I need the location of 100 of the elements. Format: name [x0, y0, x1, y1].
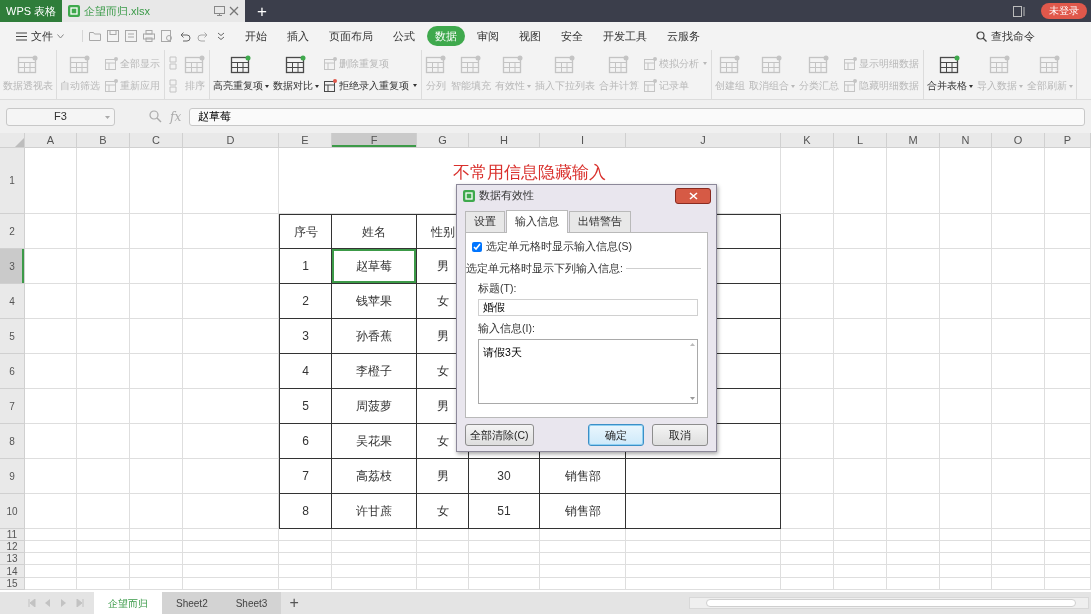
menu-tab[interactable]: 审阅 — [469, 25, 507, 47]
dialog-tab[interactable]: 设置 — [465, 211, 505, 232]
redo-icon[interactable] — [197, 30, 209, 42]
empty-cell — [834, 284, 887, 319]
column-header[interactable]: D — [183, 133, 279, 148]
column-header[interactable]: J — [626, 133, 781, 148]
column-header[interactable]: E — [279, 133, 332, 148]
empty-cell — [130, 249, 183, 284]
empty-cell — [1045, 565, 1091, 578]
empty-cell — [992, 284, 1045, 319]
column-header[interactable]: F — [332, 133, 417, 148]
row-header[interactable]: 9 — [0, 459, 25, 494]
new-tab-button[interactable]: + — [245, 0, 279, 22]
row-header[interactable]: 7 — [0, 389, 25, 424]
row-header[interactable]: 13 — [0, 553, 25, 565]
cell-name-box[interactable]: F3 — [6, 107, 115, 126]
dialog-button[interactable]: 取消 — [652, 423, 708, 446]
column-header[interactable]: O — [992, 133, 1045, 148]
file-menu[interactable]: 文件 — [8, 25, 72, 47]
column-header[interactable]: L — [834, 133, 887, 148]
title-field[interactable]: 婚假 — [478, 299, 698, 316]
login-button[interactable]: 未登录 — [1041, 3, 1087, 19]
empty-cell — [130, 459, 183, 494]
table-icon — [608, 55, 630, 75]
row-header[interactable]: 10 — [0, 494, 25, 529]
menu-tab[interactable]: 云服务 — [659, 25, 708, 47]
menu-tab[interactable]: 视图 — [511, 25, 549, 47]
save-icon[interactable] — [107, 30, 119, 42]
monitor-icon[interactable] — [214, 6, 225, 16]
row-header[interactable]: 12 — [0, 541, 25, 553]
menu-tab[interactable]: 安全 — [553, 25, 591, 47]
scroll-down-icon[interactable] — [690, 396, 695, 400]
more-icon[interactable] — [215, 30, 227, 42]
empty-cell — [279, 553, 332, 565]
column-header[interactable]: A — [25, 133, 77, 148]
empty-cell — [834, 389, 887, 424]
scroll-up-icon[interactable] — [690, 342, 695, 346]
message-field[interactable]: 请假3天 — [478, 338, 698, 404]
column-header[interactable]: B — [77, 133, 130, 148]
menu-tab[interactable]: 开始 — [237, 25, 275, 47]
column-header[interactable]: M — [887, 133, 940, 148]
checkbox[interactable] — [472, 241, 482, 252]
double-right-arrow-icon[interactable] — [76, 599, 84, 607]
dialog-tab[interactable]: 出错警告 — [569, 211, 631, 232]
row-header[interactable]: 1 — [0, 148, 25, 214]
dialog-button[interactable]: 全部清除(C) — [465, 423, 534, 446]
app-tab[interactable]: WPS 表格 — [0, 0, 62, 22]
empty-cell — [469, 541, 540, 553]
column-header[interactable]: G — [417, 133, 469, 148]
ribbon-button[interactable]: 数据对比 — [271, 52, 321, 97]
formula-field[interactable]: 赵草莓 — [189, 107, 1085, 126]
row-header[interactable]: 14 — [0, 565, 25, 578]
column-header[interactable]: I — [540, 133, 626, 148]
row-header[interactable]: 3 — [0, 249, 25, 284]
search-command-button[interactable]: 查找命令 — [968, 25, 1043, 47]
row-header[interactable]: 8 — [0, 424, 25, 459]
row-header[interactable]: 4 — [0, 284, 25, 319]
empty-cell — [77, 284, 130, 319]
right-arrow-icon[interactable] — [60, 599, 68, 607]
close-button[interactable] — [675, 188, 711, 204]
empty-cell — [1045, 249, 1091, 284]
dialog-tab[interactable]: 输入信息 — [506, 210, 568, 233]
empty-cell — [77, 578, 130, 590]
left-arrow-icon[interactable] — [44, 599, 52, 607]
row-header[interactable]: 5 — [0, 319, 25, 354]
column-header[interactable]: K — [781, 133, 834, 148]
row-header[interactable]: 6 — [0, 354, 25, 389]
column-header[interactable]: H — [469, 133, 540, 148]
row-header[interactable]: 2 — [0, 214, 25, 249]
document-icon[interactable] — [125, 30, 137, 42]
column-header[interactable]: C — [130, 133, 183, 148]
sheet-tab[interactable]: 企望而归 — [94, 592, 162, 614]
sheet-tab[interactable]: Sheet3 — [221, 592, 282, 614]
ribbon-button[interactable]: 合并表格 — [925, 52, 975, 97]
double-left-arrow-icon[interactable] — [28, 599, 36, 607]
row-header[interactable]: 15 — [0, 578, 25, 590]
window-icon[interactable] — [1013, 5, 1025, 17]
folder-icon[interactable] — [89, 30, 101, 42]
menu-tab[interactable]: 插入 — [279, 25, 317, 47]
menu-tab[interactable]: 开发工具 — [595, 25, 655, 47]
column-heading: 序号 — [279, 214, 332, 249]
menu-tab[interactable]: 公式 — [385, 25, 423, 47]
horizontal-scrollbar[interactable] — [689, 597, 1089, 609]
menu-tab[interactable]: 页面布局 — [321, 25, 381, 47]
table-icon — [285, 55, 307, 75]
sheet-tab[interactable]: Sheet2 — [162, 592, 222, 614]
undo-icon[interactable] — [179, 30, 191, 42]
close-icon[interactable] — [229, 6, 239, 16]
ribbon-button[interactable]: 拒绝录入重复项 — [321, 78, 420, 94]
add-sheet-button[interactable]: + — [281, 592, 307, 614]
column-header[interactable]: P — [1045, 133, 1091, 148]
column-header[interactable]: N — [940, 133, 992, 148]
dialog-button[interactable]: 确定 — [588, 423, 644, 446]
row-header[interactable]: 11 — [0, 529, 25, 541]
empty-cell — [130, 389, 183, 424]
preview-icon[interactable] — [161, 30, 173, 42]
ribbon-button[interactable]: 高亮重复项 — [211, 52, 271, 97]
printer-icon[interactable] — [143, 30, 155, 42]
table-icon — [719, 55, 741, 75]
empty-cell — [469, 529, 540, 541]
